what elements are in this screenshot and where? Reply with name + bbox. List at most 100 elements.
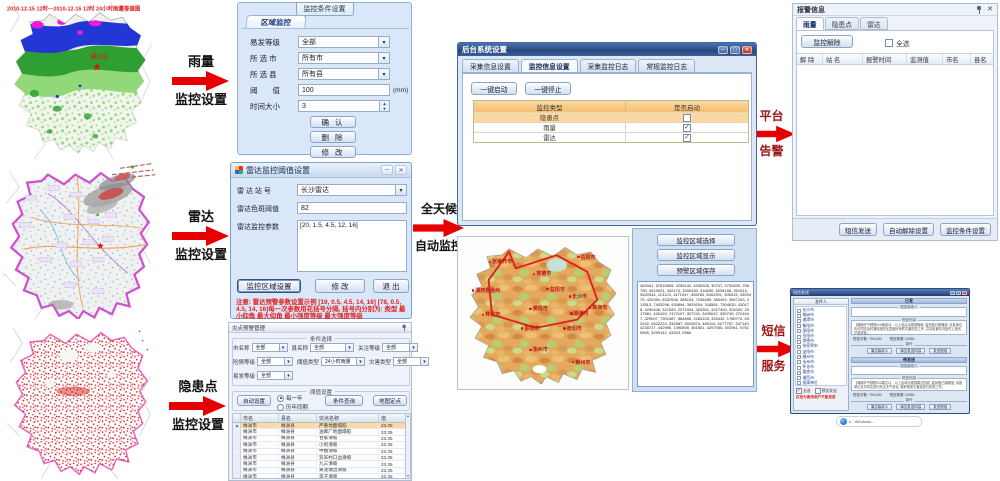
alarm-tab[interactable]: 雷达 [860,17,888,30]
chevron-down-icon[interactable]: ▾ [279,344,287,351]
tree-checkbox[interactable] [797,360,801,364]
col-monitor-type[interactable]: 监控类型 [474,101,626,112]
radio-current-year[interactable]: 每一年 [277,394,303,402]
spot-threshold-input[interactable]: 82 [297,202,407,214]
select-all-checkbox[interactable] [885,39,893,47]
start-all-button[interactable]: 一键启动 [471,82,517,95]
content-box[interactable]: 短信内容 【湖南天气预报914雷达1】: 以上区域出现强雷达回波, 监测值已超阈… [851,378,967,391]
send-sms-button[interactable]: 短信发送 [839,223,877,236]
tree-checkbox[interactable] [797,314,801,318]
enabled-checkbox[interactable] [683,114,691,122]
radio-icon[interactable] [277,404,284,411]
close-icon[interactable]: ✕ [395,165,407,175]
tree-checkbox[interactable] [797,319,801,323]
pin-icon[interactable] [976,6,983,14]
table-scrollbar[interactable]: ▲▼ [405,413,411,479]
tree-checkbox[interactable] [797,340,801,344]
tab-region-monitor[interactable]: 区域监控 [245,15,306,28]
col-city[interactable]: 市名 [241,414,279,422]
taskbar-item[interactable]: e - Windows... [849,419,874,424]
modify-button[interactable]: 修 改 [315,279,365,293]
alarm-tab[interactable]: 雨量 [796,17,824,30]
tree-checkbox[interactable] [797,366,801,370]
chevron-down-icon[interactable]: ▾ [395,185,406,195]
clear-content-button[interactable]: 清空发送内容 [896,348,925,354]
alarm-col-header[interactable]: 解 除 [797,54,823,64]
spinner-arrows[interactable]: ▲▼ [379,101,389,111]
filter-select[interactable]: 全部▾ [257,357,293,366]
dialog-tab[interactable]: 采集信息设置 [462,59,519,72]
region-select-button[interactable]: 监控区域选择 [657,234,735,246]
level-select[interactable]: 全部▾ [298,36,390,48]
tree-checkbox[interactable] [797,329,801,333]
filter-select[interactable]: 24小时雨量▾ [321,357,365,366]
table-row[interactable]: 株洲市 株洲县 李子滑坡 23.35 [233,474,409,479]
spin-down-icon[interactable]: ▼ [380,106,389,111]
enabled-checkbox[interactable]: ✓ [683,124,691,132]
region-display-button[interactable]: 监控区域显示 [657,249,735,261]
content-box[interactable]: 短信内容 【湖南天气预报914雨量1】: 以上站点出现强降雨, 监测值已超阈值,… [851,320,967,335]
exit-button[interactable]: 退 出 [373,279,409,293]
time-spinner[interactable]: 3 ▲▼ [298,100,390,112]
chevron-down-icon[interactable]: ▾ [378,69,389,79]
tree-checkbox[interactable] [797,381,801,385]
filter-select[interactable]: 全部▾ [310,343,354,352]
table-row[interactable]: 隐患点 [474,112,748,122]
confirm-button[interactable]: 确 认 [310,116,356,128]
maximize-icon[interactable] [956,291,961,295]
col-site[interactable]: 灾点名称 [317,414,379,422]
release-button[interactable]: 监控解除 [801,35,853,48]
close-icon[interactable]: ✕ [987,6,993,13]
minimize-icon[interactable] [950,291,955,295]
preview-option[interactable]: 预览发送 [815,388,837,394]
dialog-tab[interactable]: 监控信息设置 [521,59,578,72]
tree-checkbox[interactable] [797,345,801,349]
map-locate-button[interactable]: 地图定点 [373,395,407,406]
tree-item[interactable]: 直属单位 [797,381,845,386]
radio-history-period[interactable]: 历年同期 [277,403,308,411]
county-select[interactable]: 所有县▾ [298,68,390,80]
chevron-down-icon[interactable]: ▾ [284,372,292,379]
alarm-tab[interactable]: 隐患点 [825,17,859,30]
param-textarea[interactable]: [20, 1.5, 4.5, 12, 16] [297,220,407,272]
select-all-checkbox[interactable]: ✓ [796,388,802,394]
recipients-box[interactable]: 短信接收人 [851,366,967,375]
filter-select[interactable]: 全部▾ [393,357,429,366]
tree-checkbox[interactable] [797,309,801,313]
tree-checkbox[interactable] [797,355,801,359]
alarm-col-header[interactable]: 站 名 [823,54,863,64]
scroll-up-icon[interactable]: ▲ [406,414,409,418]
clear-recipients-button[interactable]: 清空接收人 [867,348,893,354]
clear-content-button[interactable]: 清空发送内容 [896,404,925,410]
station-select[interactable]: 长沙雷达▾ [297,184,407,196]
monitor-condition-button[interactable]: 监控条件设置 [940,223,991,236]
scroll-down-icon[interactable]: ▼ [406,474,409,478]
tree-checkbox[interactable] [797,350,801,354]
select-all-option[interactable]: ✓全选 [796,388,811,394]
col-county[interactable]: 县名 [279,414,317,422]
close-icon[interactable]: ✕ [742,46,752,54]
tree-checkbox[interactable] [797,376,801,380]
filter-select[interactable]: 全部▾ [382,343,418,352]
chevron-down-icon[interactable]: ▾ [378,37,389,47]
auto-release-settings-button[interactable]: 自动解除设置 [883,223,934,236]
close-icon[interactable] [962,291,967,295]
enabled-checkbox[interactable]: ✓ [683,134,691,142]
filter-select[interactable]: 全部▾ [252,343,288,352]
recipient-tab[interactable]: 发件人 [794,299,848,305]
query-button[interactable]: 条件查询 [325,395,363,406]
dialog-tab[interactable]: 常规监控日志 [638,59,695,72]
chevron-down-icon[interactable]: ▾ [409,344,417,351]
chevron-down-icon[interactable]: ▾ [284,358,292,365]
minimize-icon[interactable]: ─ [381,165,393,175]
auto-set-button[interactable]: 自动设置 [237,395,271,406]
preview-checkbox[interactable] [815,388,821,394]
alarm-col-header[interactable]: 报警时间 [863,54,907,64]
chevron-down-icon[interactable]: ▾ [345,344,353,351]
radio-icon[interactable] [277,395,284,402]
stop-all-button[interactable]: 一键停止 [525,82,571,95]
alarm-col-header[interactable]: 市名 [943,54,971,64]
modify-button[interactable]: 修 改 [310,146,356,158]
col-value[interactable]: 值 [379,414,405,422]
app-orb-icon[interactable] [840,418,847,425]
